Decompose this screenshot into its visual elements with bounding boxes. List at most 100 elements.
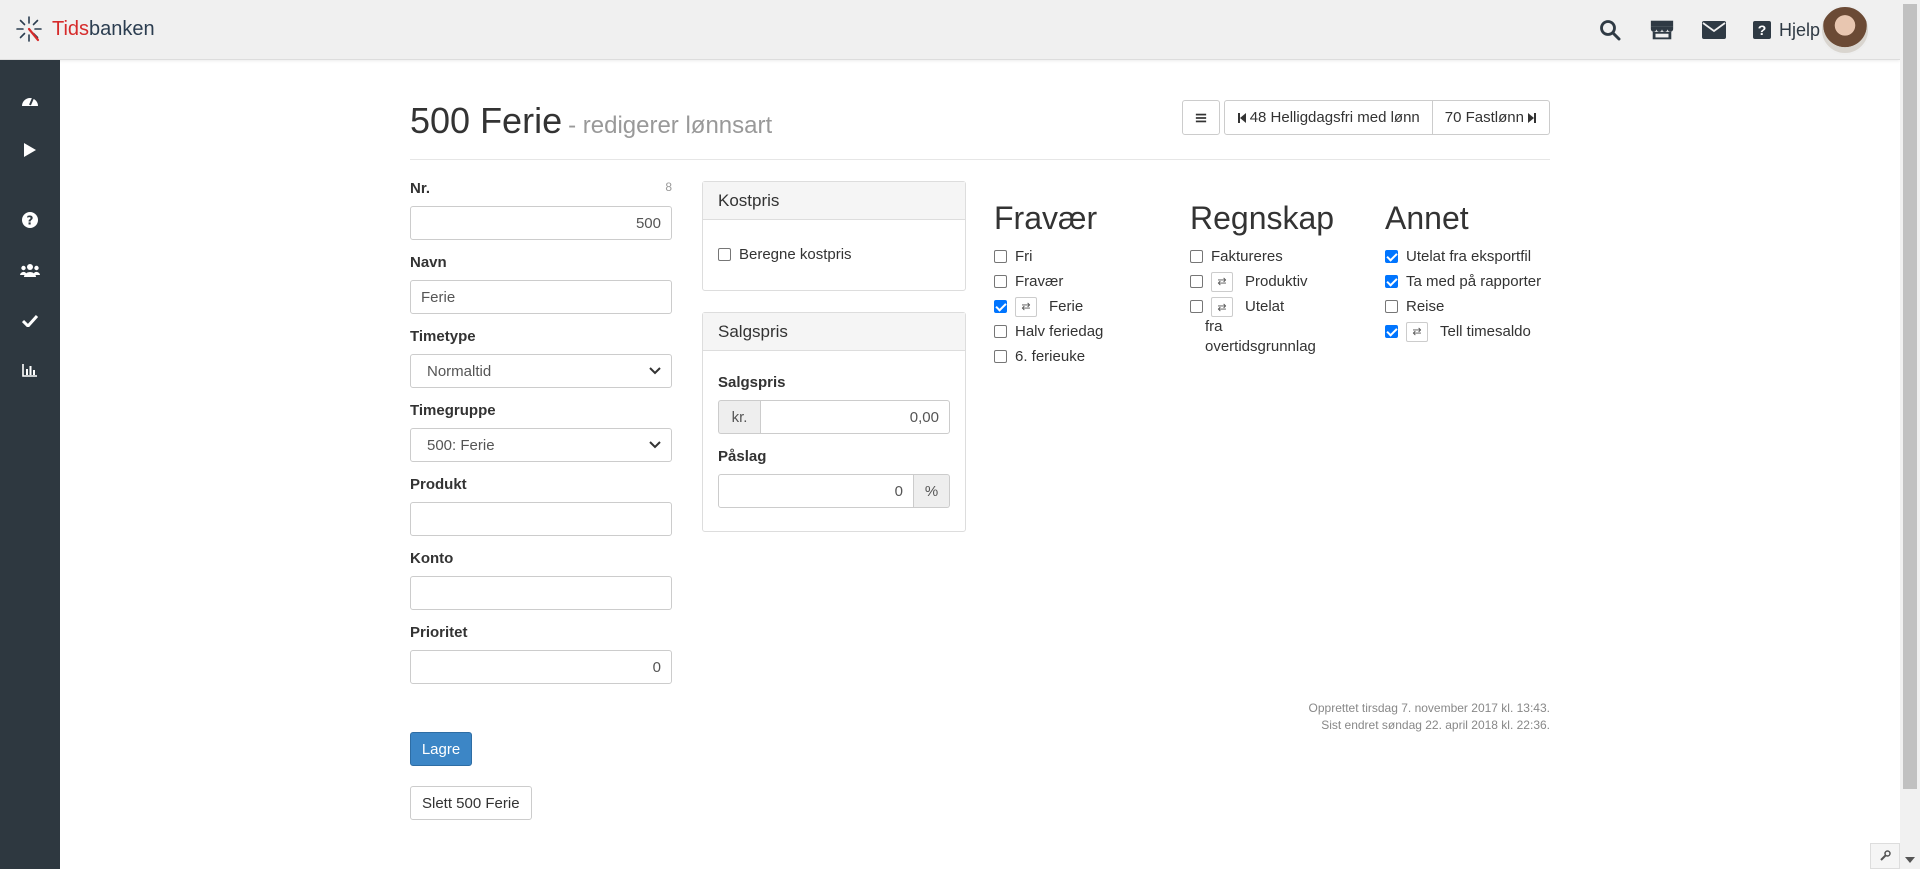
dashboard-icon[interactable]: [0, 80, 60, 120]
brand-logo[interactable]: Tidsbanken: [14, 14, 155, 44]
vertical-scrollbar[interactable]: [1900, 0, 1920, 869]
help-icon: ?: [1752, 21, 1771, 39]
faktureres-label: Faktureres: [1211, 248, 1283, 265]
previous-item-label: 48 Helligdagsfri med lønn: [1249, 109, 1420, 126]
salgspris-panel: Salgspris Salgspris kr. 0,00 Påslag 0 %: [702, 312, 966, 532]
utelat-overtid-checkbox[interactable]: [1190, 300, 1203, 313]
paaslag-label: Påslag: [718, 448, 767, 465]
beregne-kostpris-checkbox[interactable]: [718, 248, 731, 261]
step-forward-icon: [1528, 112, 1536, 123]
ta-med-rapporter-checkbox[interactable]: [1385, 275, 1398, 288]
question-circle-icon[interactable]: ?: [0, 200, 60, 240]
page-title-text: 500 Ferie: [410, 100, 563, 141]
delete-button[interactable]: Slett 500 Ferie: [410, 786, 532, 820]
utelat-eksportfil-checkbox[interactable]: [1385, 250, 1398, 263]
produkt-label: Produkt: [410, 476, 467, 493]
reise-checkbox[interactable]: [1385, 300, 1398, 313]
fravaer-section: Fravær Fri Fravær ⇄ Ferie Halv feriedag 6…: [994, 200, 1103, 369]
sidebar: ?: [0, 60, 60, 869]
produkt-input[interactable]: [410, 502, 672, 536]
utelat-eksportfil-label: Utelat fra eksportfil: [1406, 248, 1532, 265]
divider: [410, 159, 1550, 160]
scroll-down-arrow-icon[interactable]: [1905, 857, 1915, 863]
percent-addon: %: [914, 474, 950, 508]
konto-input[interactable]: [410, 576, 672, 610]
users-icon[interactable]: [0, 250, 60, 290]
chevron-down-icon: [649, 367, 661, 375]
produktiv-checkbox[interactable]: [1190, 275, 1203, 288]
annet-title: Annet: [1385, 200, 1469, 236]
save-button[interactable]: Lagre: [410, 732, 472, 766]
navn-label: Navn: [410, 254, 447, 271]
svg-text:?: ?: [27, 214, 34, 228]
timetype-select[interactable]: Normaltid: [410, 354, 672, 388]
salgspris-input[interactable]: 0,00: [760, 400, 950, 434]
kostpris-title: Kostpris: [703, 182, 965, 220]
nr-label: Nr.: [410, 180, 431, 197]
brand-text: banken: [89, 17, 155, 40]
sync-icon[interactable]: ⇄: [1211, 271, 1233, 292]
brand-text-red: Tids: [52, 17, 90, 40]
utelat-overtid-label: Utelat fra overtidsgrunnlag: [1205, 298, 1316, 355]
hamburger-icon: [1195, 113, 1206, 122]
sync-icon[interactable]: ⇄: [1406, 321, 1428, 342]
nr-input[interactable]: 500: [410, 206, 672, 240]
nr-counter: 8: [665, 180, 672, 194]
scrollbar-thumb[interactable]: [1903, 4, 1917, 789]
regnskap-section: Regnskap Faktureres ⇄ Produktiv ⇄ Utelat …: [1190, 200, 1334, 357]
page-subtitle: - redigerer lønnsart: [568, 112, 773, 139]
search-icon[interactable]: [1597, 17, 1623, 43]
chevron-down-icon: [649, 441, 661, 449]
fravaer-label: Fravær: [1015, 273, 1064, 290]
kostpris-panel: Kostpris Beregne kostpris: [702, 181, 966, 291]
regnskap-title: Regnskap: [1190, 200, 1335, 236]
halv-feriedag-checkbox[interactable]: [994, 325, 1007, 338]
timegruppe-select[interactable]: 500: Ferie: [410, 428, 672, 462]
timetype-value: Normaltid: [427, 362, 492, 380]
page-title: 500 Ferie - redigerer lønnsart: [410, 100, 772, 142]
help-link[interactable]: ? Hjelp: [1752, 19, 1820, 41]
top-bar: Tidsbanken ? Hjelp: [0, 0, 1900, 60]
konto-label: Konto: [410, 550, 454, 567]
wrench-icon[interactable]: [1870, 843, 1900, 869]
beregne-kostpris-label: Beregne kostpris: [739, 246, 852, 263]
ferie-checkbox[interactable]: [994, 300, 1007, 313]
user-avatar[interactable]: [1820, 5, 1870, 55]
ferie-label: Ferie: [1049, 298, 1084, 315]
sjette-ferieuke-label: 6. ferieuke: [1015, 348, 1086, 365]
timetype-label: Timetype: [410, 328, 476, 345]
faktureres-checkbox[interactable]: [1190, 250, 1203, 263]
navn-input[interactable]: Ferie: [410, 280, 672, 314]
prioritet-label: Prioritet: [410, 624, 468, 641]
next-item-button[interactable]: 70 Fastlønn: [1432, 100, 1550, 135]
mail-icon[interactable]: [1701, 17, 1727, 43]
paaslag-input[interactable]: 0: [718, 474, 914, 508]
currency-addon: kr.: [718, 400, 760, 434]
salgspris-title: Salgspris: [703, 313, 965, 351]
annet-section: Annet Utelat fra eksportfil Ta med på ra…: [1385, 200, 1541, 344]
fri-checkbox[interactable]: [994, 250, 1007, 263]
sjette-ferieuke-checkbox[interactable]: [994, 350, 1007, 363]
modified-timestamp: Sist endret søndag 22. april 2018 kl. 22…: [1321, 718, 1550, 732]
store-icon[interactable]: [1649, 17, 1675, 43]
halv-feriedag-label: Halv feriedag: [1015, 323, 1104, 340]
bar-chart-icon[interactable]: [0, 350, 60, 390]
produktiv-label: Produktiv: [1245, 273, 1308, 290]
fravaer-title: Fravær: [994, 200, 1098, 236]
tell-timesaldo-checkbox[interactable]: [1385, 325, 1398, 338]
help-label: Hjelp: [1778, 19, 1820, 40]
prioritet-input[interactable]: 0: [410, 650, 672, 684]
fravaer-checkbox[interactable]: [994, 275, 1007, 288]
reise-label: Reise: [1406, 298, 1445, 315]
checkmark-icon[interactable]: [0, 300, 60, 340]
play-icon[interactable]: [0, 130, 60, 170]
ta-med-rapporter-label: Ta med på rapporter: [1406, 273, 1542, 290]
menu-button[interactable]: [1181, 100, 1220, 135]
timegruppe-value: 500: Ferie: [427, 436, 495, 454]
previous-item-button[interactable]: 48 Helligdagsfri med lønn: [1223, 100, 1433, 135]
sync-icon[interactable]: ⇄: [1015, 296, 1037, 317]
timestamps: Opprettet tirsdag 7. november 2017 kl. 1…: [1309, 700, 1550, 734]
next-item-label: 70 Fastlønn: [1444, 109, 1524, 126]
salgspris-label: Salgspris: [718, 374, 786, 391]
fri-label: Fri: [1015, 248, 1033, 265]
